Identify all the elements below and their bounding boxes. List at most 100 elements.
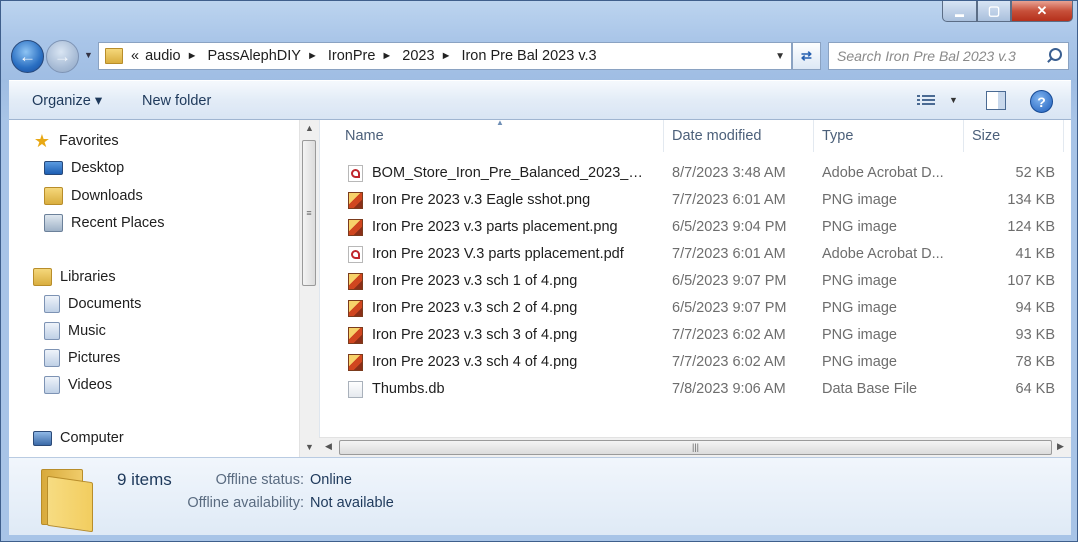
file-date: 7/7/2023 6:01 AM (672, 192, 786, 208)
file-size: 107 KB (1007, 273, 1055, 289)
offline-availability-label: Offline availability: (187, 495, 304, 511)
search-icon[interactable] (1046, 48, 1062, 64)
close-icon: ✕ (1036, 3, 1048, 18)
nav-recent-places[interactable]: Recent Places (44, 214, 165, 232)
file-date: 7/7/2023 6:01 AM (672, 246, 786, 262)
nav-documents[interactable]: Documents (44, 295, 141, 313)
file-type: Adobe Acrobat D... (822, 165, 944, 181)
column-label: Name (345, 128, 384, 144)
file-size: 52 KB (1015, 165, 1056, 181)
file-type: PNG image (822, 219, 897, 235)
file-size: 134 KB (1007, 192, 1055, 208)
forward-button[interactable]: → (46, 40, 79, 73)
nav-computer[interactable]: Computer (33, 430, 124, 446)
database-file-icon (348, 381, 363, 398)
file-row[interactable]: Iron Pre 2023 v.3 sch 4 of 4.png 7/7/202… (320, 349, 1071, 376)
file-name: Iron Pre 2023 v.3 sch 3 of 4.png (372, 327, 578, 343)
star-icon: ★ (33, 131, 51, 151)
nav-pane-scrollbar[interactable]: ▲ ≡ ▼ (299, 120, 319, 457)
file-name: Iron Pre 2023 v.3 parts placement.png (372, 219, 618, 235)
column-label: Date modified (672, 128, 762, 144)
file-row[interactable]: BOM_Store_Iron_Pre_Balanced_2023_Dist...… (320, 160, 1071, 187)
file-type: PNG image (822, 327, 897, 343)
pdf-icon (348, 165, 363, 182)
nav-videos[interactable]: Videos (44, 376, 112, 394)
breadcrumb-passalephdiy[interactable]: PassAlephDIY (207, 48, 301, 64)
new-folder-button[interactable]: New folder (142, 93, 211, 109)
breadcrumb-separator-icon[interactable]: ► (187, 50, 198, 62)
explorer-window: ▬ ▢ ✕ ← → ▼ « audio ► PassAlephDIY ► Iro… (0, 0, 1078, 542)
preview-pane-icon[interactable] (986, 91, 1006, 110)
minimize-button[interactable]: ▬ (942, 1, 977, 22)
file-date: 6/5/2023 9:04 PM (672, 219, 787, 235)
file-size: 78 KB (1015, 354, 1056, 370)
file-date: 6/5/2023 9:07 PM (672, 273, 787, 289)
address-bar[interactable]: « audio ► PassAlephDIY ► IronPre ► 2023 … (98, 42, 792, 70)
file-date: 8/7/2023 3:48 AM (672, 165, 786, 181)
png-image-icon (348, 327, 363, 344)
arrow-right-icon: → (54, 46, 71, 66)
breadcrumb-separator-icon[interactable]: ► (307, 50, 318, 62)
file-date: 6/5/2023 9:07 PM (672, 300, 787, 316)
breadcrumb-current-folder[interactable]: Iron Pre Bal 2023 v.3 (461, 48, 596, 64)
breadcrumb-2023[interactable]: 2023 (402, 48, 434, 64)
scroll-up-icon[interactable]: ▲ (300, 123, 319, 133)
search-placeholder: Search Iron Pre Bal 2023 v.3 (837, 48, 1016, 64)
png-image-icon (348, 273, 363, 290)
nav-label: Favorites (59, 133, 119, 149)
scroll-left-icon[interactable]: ◀ (325, 441, 332, 452)
organize-button[interactable]: Organize ▾ (32, 93, 102, 109)
column-header-date[interactable]: Date modified (664, 120, 814, 152)
nav-pictures[interactable]: Pictures (44, 349, 120, 367)
sort-ascending-icon: ▲ (496, 120, 504, 127)
file-list-horizontal-scrollbar[interactable]: ◀ ||| ▶ (319, 437, 1071, 457)
column-label: Type (822, 128, 854, 144)
search-box[interactable]: Search Iron Pre Bal 2023 v.3 (828, 42, 1069, 70)
scroll-thumb[interactable]: ||| (339, 440, 1052, 455)
offline-availability-value: Not available (310, 495, 394, 511)
breadcrumb-overflow[interactable]: « (131, 48, 139, 64)
command-bar: Organize ▾ New folder ▼ ? (9, 80, 1071, 120)
scroll-down-icon[interactable]: ▼ (300, 442, 319, 452)
videos-icon (44, 376, 60, 394)
file-row[interactable]: Iron Pre 2023 v.3 Eagle sshot.png 7/7/20… (320, 187, 1071, 214)
nav-libraries[interactable]: Libraries (33, 268, 116, 286)
nav-label: Recent Places (71, 215, 165, 231)
folder-icon (37, 467, 95, 533)
file-row[interactable]: Iron Pre 2023 v.3 sch 1 of 4.png 6/5/202… (320, 268, 1071, 295)
file-row[interactable]: Iron Pre 2023 V.3 parts pplacement.pdf 7… (320, 241, 1071, 268)
refresh-button[interactable]: ⇄ (792, 42, 821, 70)
nav-label: Computer (60, 430, 124, 446)
view-dropdown-icon[interactable]: ▼ (949, 95, 958, 105)
breadcrumb-ironpre[interactable]: IronPre (328, 48, 376, 64)
file-name: Iron Pre 2023 v.3 sch 2 of 4.png (372, 300, 578, 316)
file-type: Data Base File (822, 381, 918, 397)
maximize-button[interactable]: ▢ (977, 1, 1011, 22)
breadcrumb-audio[interactable]: audio (145, 48, 180, 64)
nav-label: Downloads (71, 188, 143, 204)
column-header-type[interactable]: Type (814, 120, 964, 152)
nav-favorites[interactable]: ★ Favorites (33, 131, 119, 151)
nav-music[interactable]: Music (44, 322, 106, 340)
file-row[interactable]: Iron Pre 2023 v.3 sch 2 of 4.png 6/5/202… (320, 295, 1071, 322)
file-row[interactable]: Thumbs.db 7/8/2023 9:06 AM Data Base Fil… (320, 376, 1071, 403)
column-header-size[interactable]: Size (964, 120, 1064, 152)
close-button[interactable]: ✕ (1011, 1, 1073, 22)
file-date: 7/7/2023 6:02 AM (672, 354, 786, 370)
address-dropdown-icon[interactable]: ▼ (775, 51, 785, 62)
minimize-icon: ▬ (955, 8, 964, 19)
file-row[interactable]: Iron Pre 2023 v.3 parts placement.png 6/… (320, 214, 1071, 241)
back-button[interactable]: ← (11, 40, 44, 73)
help-button[interactable]: ? (1030, 90, 1053, 113)
breadcrumb-separator-icon[interactable]: ► (441, 50, 452, 62)
recent-pages-dropdown[interactable]: ▼ (84, 50, 93, 60)
nav-downloads[interactable]: Downloads (44, 187, 143, 205)
file-row[interactable]: Iron Pre 2023 v.3 sch 3 of 4.png 7/7/202… (320, 322, 1071, 349)
nav-desktop[interactable]: Desktop (44, 160, 124, 176)
scroll-right-icon[interactable]: ▶ (1057, 441, 1064, 452)
help-icon: ? (1037, 93, 1046, 110)
breadcrumb-separator-icon[interactable]: ► (381, 50, 392, 62)
view-options-icon[interactable] (917, 93, 935, 108)
scroll-thumb[interactable]: ≡ (302, 140, 316, 286)
column-label: Size (972, 128, 1001, 144)
